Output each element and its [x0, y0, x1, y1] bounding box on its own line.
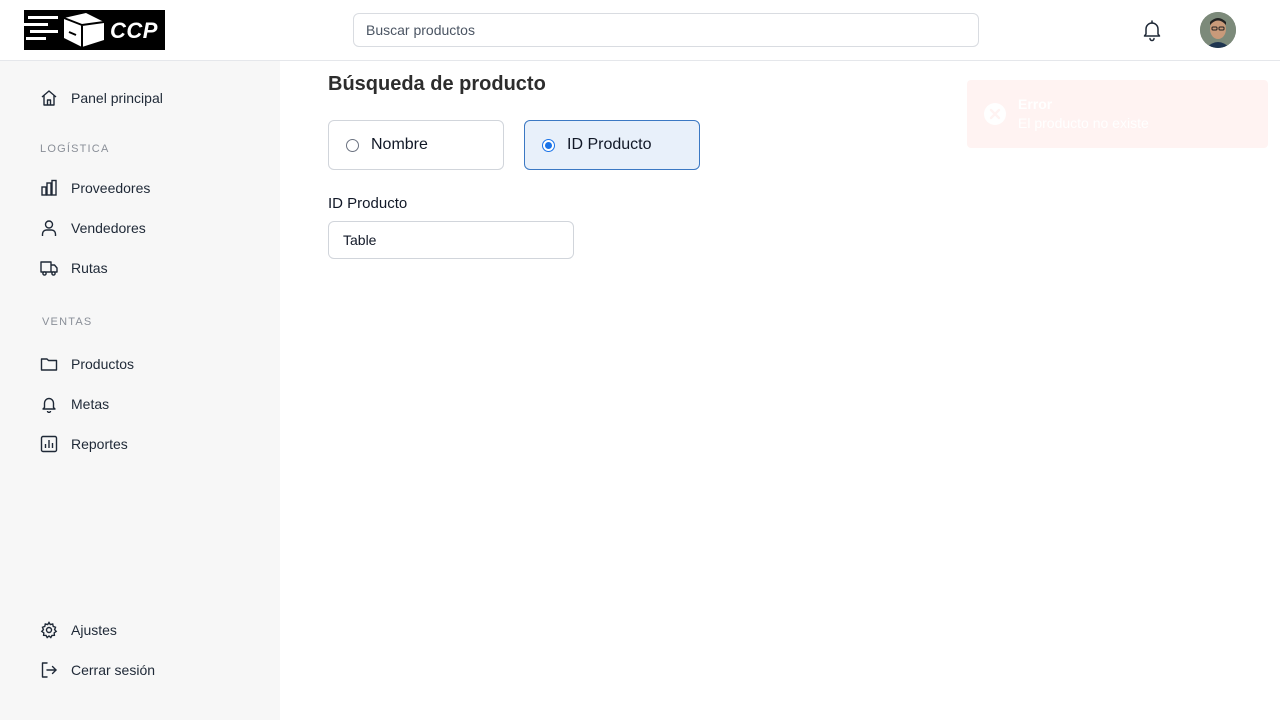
search-option-id-producto[interactable]: ID Producto [524, 120, 700, 170]
field-label: ID Producto [328, 195, 408, 212]
radio-label: ID Producto [567, 136, 652, 153]
top-header: CCP [0, 0, 1280, 61]
toast-title: Error [1018, 96, 1053, 112]
sidebar-item-label: Cerrar sesión [71, 662, 156, 678]
error-circle-icon [983, 102, 1007, 126]
sidebar-item-label: Vendedores [71, 220, 146, 236]
user-icon [40, 219, 58, 237]
sidebar-item-label: Ajustes [71, 622, 117, 638]
logout-icon [40, 661, 58, 679]
radio-label: Nombre [371, 136, 428, 153]
search-input[interactable] [353, 13, 979, 47]
radio-button[interactable] [542, 138, 555, 152]
bar-chart-icon [40, 435, 58, 453]
product-id-input[interactable] [328, 221, 574, 259]
sidebar-item-vendedores[interactable]: Vendedores [40, 215, 146, 241]
sidebar-item-panel-principal[interactable]: Panel principal [40, 85, 163, 111]
sidebar-item-ajustes[interactable]: Ajustes [40, 617, 117, 643]
sidebar-item-rutas[interactable]: Rutas [40, 255, 108, 281]
sidebar-item-reportes[interactable]: Reportes [40, 431, 128, 457]
folder-icon [40, 355, 58, 373]
gear-icon [40, 621, 58, 639]
sidebar-item-cerrar-sesion[interactable]: Cerrar sesión [40, 657, 155, 683]
sidebar: Panel principal LOGÍSTICA Proveedores Ve… [0, 61, 280, 720]
sidebar-item-label: Productos [71, 356, 135, 372]
error-toast: Error El producto no existe [967, 80, 1268, 148]
page-title: Búsqueda de producto [328, 73, 546, 95]
sidebar-item-label: Proveedores [71, 180, 151, 196]
sidebar-item-productos[interactable]: Productos [40, 351, 134, 377]
sidebar-item-metas[interactable]: Metas [40, 391, 109, 417]
sidebar-item-proveedores[interactable]: Proveedores [40, 175, 150, 201]
bell-icon [40, 395, 58, 413]
logo-text: CCP [110, 18, 158, 43]
buildings-icon [40, 179, 58, 197]
sidebar-item-label: Panel principal [71, 90, 163, 106]
section-title-logistica: LOGÍSTICA [40, 143, 110, 155]
sidebar-item-label: Rutas [71, 260, 108, 276]
notifications-bell-icon[interactable] [1140, 18, 1164, 42]
radio-button[interactable] [346, 138, 359, 152]
section-title-ventas: VENTAS [42, 316, 93, 328]
home-icon [40, 89, 58, 107]
search-option-nombre[interactable]: Nombre [328, 120, 504, 170]
truck-icon [40, 259, 58, 277]
user-avatar[interactable] [1200, 12, 1236, 48]
toast-message: El producto no existe [1018, 115, 1149, 131]
ccp-logo[interactable]: CCP [24, 10, 165, 50]
sidebar-item-label: Reportes [71, 436, 128, 452]
sidebar-item-label: Metas [71, 396, 110, 412]
